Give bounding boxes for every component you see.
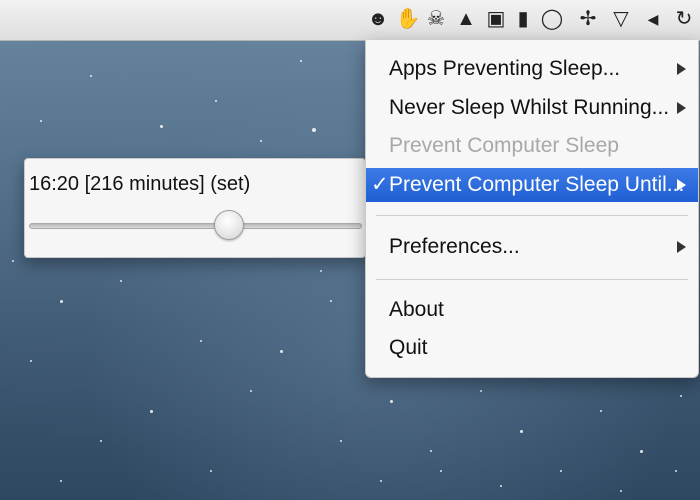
timer-slider-track[interactable] (29, 223, 362, 229)
menu-item-apps-preventing-sleep[interactable]: Apps Preventing Sleep... (366, 52, 698, 86)
caffeine-dropdown-menu: Apps Preventing Sleep... Never Sleep Whi… (365, 40, 699, 378)
wifi-icon[interactable]: ▽ (609, 7, 633, 31)
caffeine-app-icon[interactable]: ☻ (366, 7, 390, 31)
menu-item-label: Prevent Computer Sleep (389, 134, 619, 157)
time-machine-icon[interactable]: ↻ (672, 7, 696, 31)
volume-icon-glyph: ◀ (647, 11, 659, 27)
menu-item-label: Prevent Computer Sleep Until... (389, 173, 685, 196)
submenu-arrow-icon (677, 63, 686, 75)
submenu-arrow-icon (677, 102, 686, 114)
menu-item-prevent-computer-sleep: Prevent Computer Sleep (366, 129, 698, 163)
drive-icon[interactable]: ▲ (454, 7, 478, 31)
checkmark-icon: ✓ (371, 173, 389, 196)
menu-separator (376, 215, 688, 216)
chat-bubble-icon-glyph: ◯ (540, 8, 564, 30)
volume-icon[interactable]: ◀ (641, 7, 665, 31)
timer-readout: 16:20 [216 minutes] (set) (29, 173, 251, 195)
menu-item-never-sleep-whilst-running[interactable]: Never Sleep Whilst Running... (366, 91, 698, 125)
chat-bubble-icon[interactable]: ◯ (540, 7, 564, 31)
evernote-icon-glyph: ✋ (395, 8, 421, 30)
menu-separator (376, 279, 688, 280)
time-machine-icon-glyph: ↻ (675, 8, 693, 30)
wifi-icon-glyph: ▽ (613, 8, 629, 30)
compass-icon-glyph: ✢ (579, 8, 597, 30)
menu-item-label: Quit (389, 336, 428, 359)
timer-popup: 16:20 [216 minutes] (set) (24, 158, 366, 258)
drive-icon-glyph: ▲ (456, 8, 476, 30)
menu-item-prevent-computer-sleep-until[interactable]: ✓ Prevent Computer Sleep Until... (366, 168, 698, 202)
compass-icon[interactable]: ✢ (576, 7, 600, 31)
timer-slider-knob[interactable] (213, 210, 244, 240)
tv-robot-icon-glyph: ▣ (486, 8, 506, 30)
bookmark-icon-glyph: ▮ (517, 8, 529, 30)
submenu-arrow-icon (677, 179, 686, 191)
skull-crossbones-icon-glyph: ☠ (427, 8, 445, 30)
menu-item-about[interactable]: About (366, 293, 698, 327)
menu-bar: ☻ ✋ ☠ ▲ ▣ ▮ ◯ ✢ ▽ ◀ ↻ (0, 0, 700, 41)
tv-robot-icon[interactable]: ▣ (484, 7, 508, 31)
menu-item-label: Apps Preventing Sleep... (389, 57, 621, 80)
menu-item-label: About (389, 298, 444, 321)
submenu-arrow-icon (677, 241, 686, 253)
menu-item-quit[interactable]: Quit (366, 331, 698, 365)
caffeine-app-icon-glyph: ☻ (367, 8, 389, 30)
menu-item-preferences[interactable]: Preferences... (366, 230, 698, 264)
bookmark-icon[interactable]: ▮ (511, 7, 535, 31)
menu-item-label: Never Sleep Whilst Running... (389, 96, 670, 119)
skull-crossbones-icon[interactable]: ☠ (424, 7, 448, 31)
evernote-icon[interactable]: ✋ (395, 7, 421, 31)
menu-item-label: Preferences... (389, 235, 520, 258)
